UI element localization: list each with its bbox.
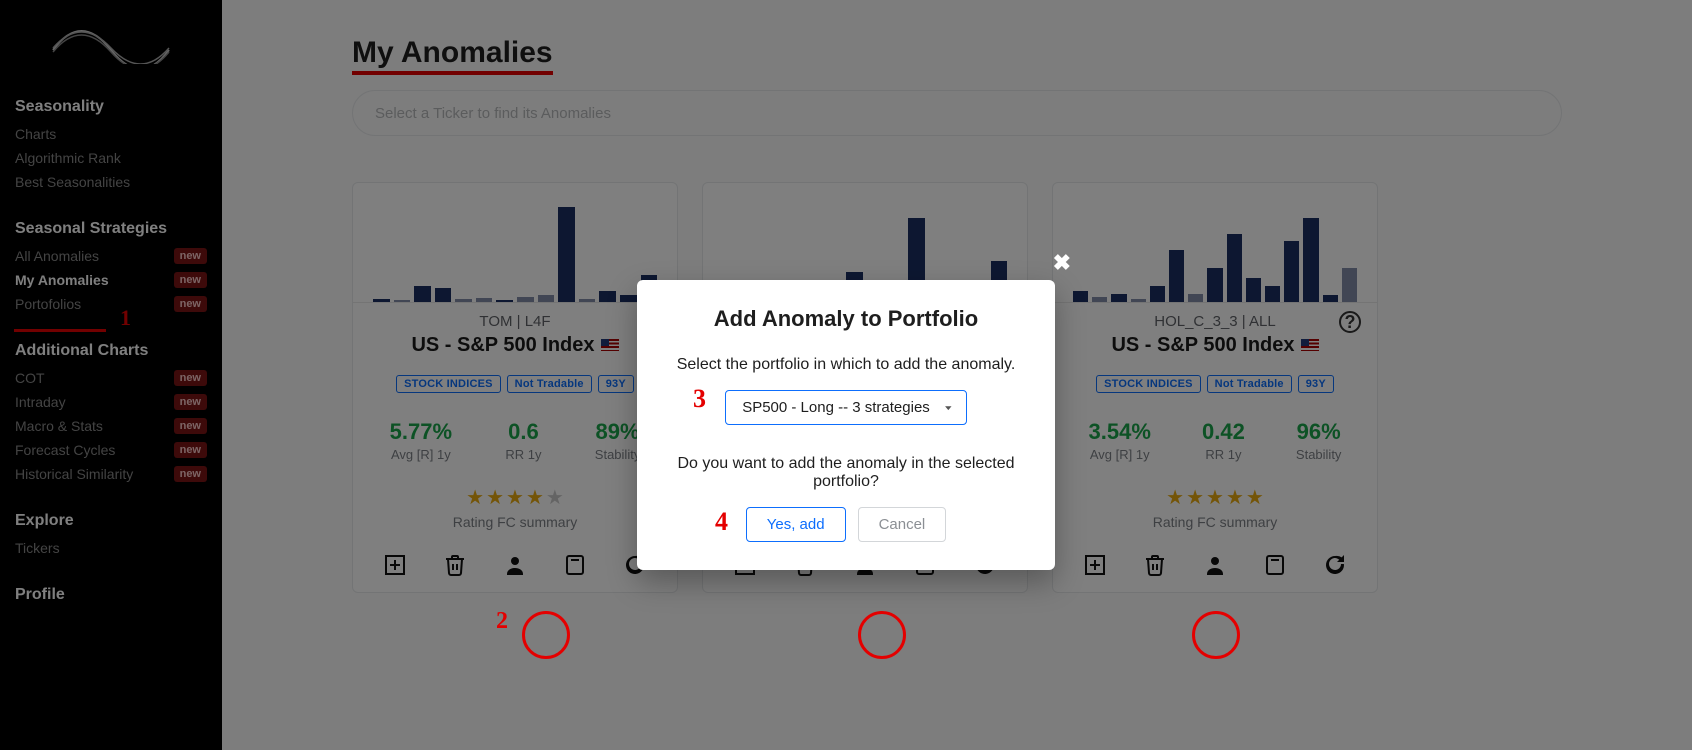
modal-title: Add Anomaly to Portfolio: [667, 306, 1025, 332]
modal-instruction: Select the portfolio in which to add the…: [667, 356, 1025, 374]
yes-add-button[interactable]: Yes, add: [746, 507, 846, 542]
cancel-button[interactable]: Cancel: [858, 507, 947, 542]
modal-confirm-question: Do you want to add the anomaly in the se…: [667, 455, 1025, 491]
add-to-portfolio-modal: ✖ Add Anomaly to Portfolio Select the po…: [637, 280, 1055, 570]
portfolio-select-value: SP500 - Long -- 3 strategies: [742, 399, 930, 416]
modal-close-button[interactable]: ✖: [1053, 250, 1071, 276]
modal-wrapper: ✖ Add Anomaly to Portfolio Select the po…: [0, 0, 1692, 750]
annotation-3: 3: [693, 384, 706, 414]
annotation-4: 4: [715, 507, 728, 537]
portfolio-select[interactable]: SP500 - Long -- 3 strategies: [725, 390, 967, 425]
